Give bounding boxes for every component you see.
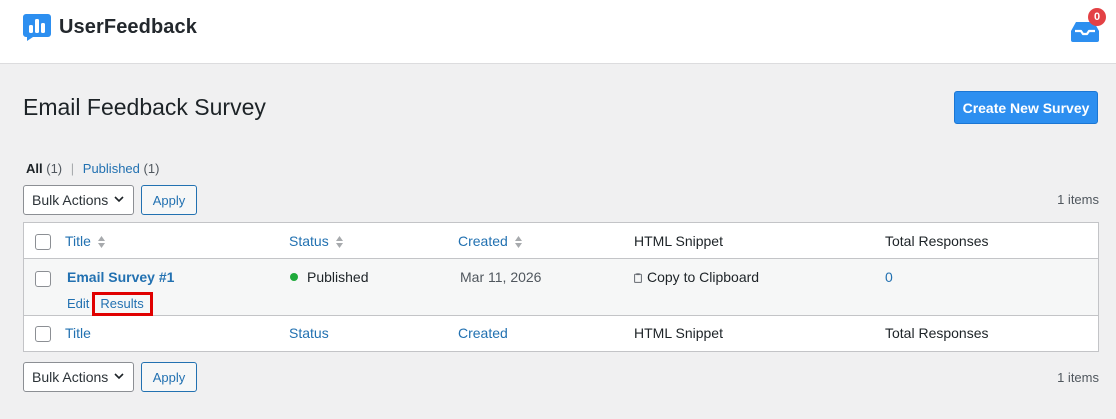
bulk-actions-label: Bulk Actions xyxy=(32,369,109,385)
column-title[interactable]: Title xyxy=(65,233,106,249)
column-status-label: Status xyxy=(289,233,329,249)
select-all-checkbox[interactable] xyxy=(35,234,51,250)
published-status-dot xyxy=(290,273,298,282)
logo[interactable]: UserFeedback xyxy=(22,12,197,42)
row-actions: Edit Results xyxy=(67,292,153,316)
copy-to-clipboard-label: Copy to Clipboard xyxy=(647,269,760,285)
filter-published-count: (1) xyxy=(143,161,160,176)
top-bar: UserFeedback 0 xyxy=(0,0,1116,64)
table-footer: Title Status Created HTML Snippet Total … xyxy=(24,316,1098,351)
bulk-actions-label: Bulk Actions xyxy=(32,192,109,208)
filter-separator: | xyxy=(70,161,75,176)
sort-icon xyxy=(514,236,522,249)
sort-icon xyxy=(97,236,105,249)
apply-button-bottom[interactable]: Apply xyxy=(141,362,197,392)
total-responses-link[interactable]: 0 xyxy=(885,269,893,285)
create-new-survey-button[interactable]: Create New Survey xyxy=(954,91,1098,124)
filter-all-count: (1) xyxy=(46,161,63,176)
filter-published[interactable]: Published xyxy=(83,161,140,176)
chevron-down-icon xyxy=(114,373,124,380)
surveys-table: Title Status Created HTML Snippet Total … xyxy=(23,222,1099,352)
footer-column-created[interactable]: Created xyxy=(458,325,508,341)
apply-button-top[interactable]: Apply xyxy=(141,185,197,215)
sort-icon xyxy=(335,236,343,249)
userfeedback-logo-icon xyxy=(23,14,51,41)
results-link[interactable]: Results xyxy=(92,292,153,316)
footer-column-html-snippet: HTML Snippet xyxy=(634,325,723,341)
table-header: Title Status Created HTML Snippet Total … xyxy=(24,223,1098,259)
column-total-responses: Total Responses xyxy=(885,233,989,249)
select-all-checkbox-footer[interactable] xyxy=(35,326,51,342)
logo-text: UserFeedback xyxy=(59,15,197,38)
column-created[interactable]: Created xyxy=(458,233,523,249)
notifications-button[interactable]: 0 xyxy=(1070,8,1106,42)
row-checkbox[interactable] xyxy=(35,271,51,287)
footer-column-status[interactable]: Status xyxy=(289,325,329,341)
filter-all[interactable]: All xyxy=(26,161,43,176)
clipboard-icon xyxy=(634,273,642,283)
survey-created-date: Mar 11, 2026 xyxy=(460,269,542,285)
items-count-bottom: 1 items xyxy=(1057,370,1099,385)
edit-link[interactable]: Edit xyxy=(67,296,89,311)
status-filters: All (1) | Published (1) xyxy=(26,161,159,176)
chevron-down-icon xyxy=(114,196,124,203)
column-created-label: Created xyxy=(458,233,508,249)
items-count-top: 1 items xyxy=(1057,192,1099,207)
column-status[interactable]: Status xyxy=(289,233,344,249)
column-html-snippet: HTML Snippet xyxy=(634,233,723,249)
page-title: Email Feedback Survey xyxy=(23,94,266,120)
copy-to-clipboard-button[interactable]: Copy to Clipboard xyxy=(634,269,759,285)
survey-title-link[interactable]: Email Survey #1 xyxy=(67,269,174,285)
notifications-badge: 0 xyxy=(1088,8,1106,26)
footer-column-title[interactable]: Title xyxy=(65,325,91,341)
bulk-actions-select-top[interactable]: Bulk Actions xyxy=(23,185,134,215)
survey-status: Published xyxy=(290,269,369,285)
column-title-label: Title xyxy=(65,233,91,249)
footer-column-total-responses: Total Responses xyxy=(885,325,989,341)
table-row: Email Survey #1 Edit Results Published Ma… xyxy=(24,259,1098,316)
bulk-actions-select-bottom[interactable]: Bulk Actions xyxy=(23,362,134,392)
survey-status-label: Published xyxy=(307,269,369,285)
